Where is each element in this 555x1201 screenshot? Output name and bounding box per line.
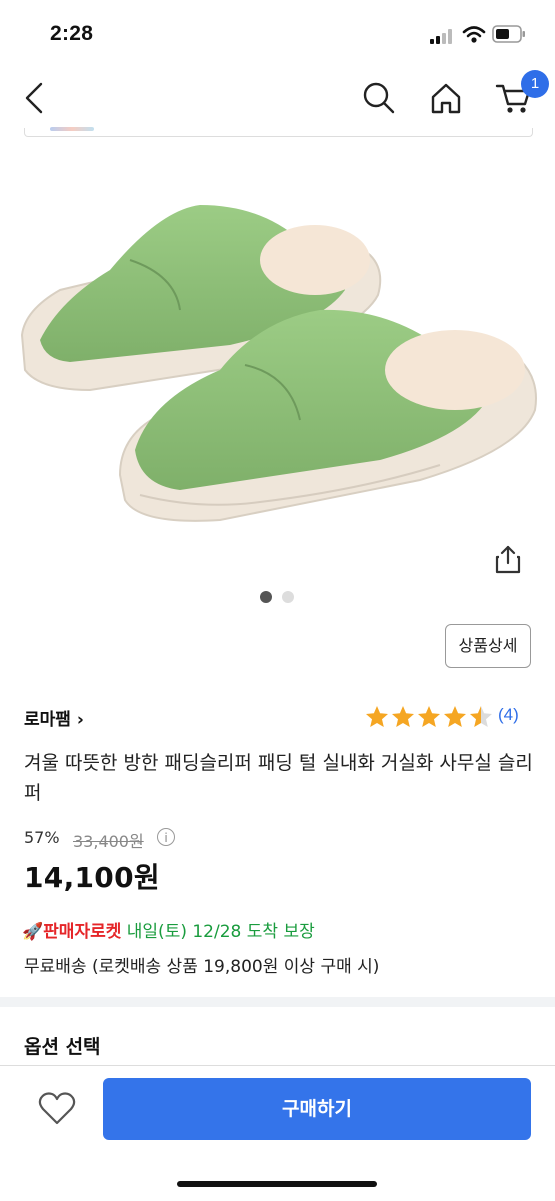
- info-icon[interactable]: i: [157, 828, 175, 846]
- gallery-pagination: [260, 588, 304, 607]
- buy-button[interactable]: 구매하기: [103, 1078, 531, 1140]
- status-bar: 2:28: [0, 0, 555, 70]
- discount-rate: 57%: [24, 828, 60, 847]
- star-icon: [418, 706, 440, 727]
- review-count[interactable]: (4): [498, 705, 519, 725]
- sale-price: 14,100원: [24, 861, 160, 894]
- product-detail-button[interactable]: 상품상세: [445, 624, 531, 668]
- star-icon: [444, 706, 466, 727]
- product-image[interactable]: [0, 150, 555, 570]
- seller-name: 로마팸: [24, 710, 71, 730]
- chevron-right-icon: ›: [70, 710, 84, 730]
- page-dot-active[interactable]: [260, 591, 272, 603]
- star-icon: [366, 706, 388, 727]
- heart-icon[interactable]: [38, 1092, 76, 1126]
- back-icon[interactable]: [22, 80, 46, 116]
- cart-count-badge: 1: [521, 70, 549, 98]
- rating-stars: [366, 706, 492, 727]
- half-star-icon: [470, 706, 492, 727]
- home-icon[interactable]: [428, 80, 464, 116]
- wifi-icon: [462, 26, 486, 43]
- original-price: 33,400원: [73, 832, 144, 851]
- signal-icon: [430, 29, 452, 44]
- category-strip: [24, 128, 533, 137]
- shipping-info: 무료배송 (로켓배송 상품 19,800원 이상 구매 시): [24, 957, 380, 977]
- top-nav: [0, 70, 555, 130]
- share-icon[interactable]: [494, 544, 522, 574]
- delivery-date: 내일(토) 12/28 도착 보장: [126, 922, 315, 942]
- seller-link[interactable]: 로마팸 ›: [24, 705, 84, 730]
- battery-icon: [492, 25, 525, 43]
- status-time: 2:28: [50, 22, 94, 45]
- search-icon[interactable]: [360, 80, 396, 116]
- star-icon: [392, 706, 414, 727]
- option-select-title[interactable]: 옵션 선택: [24, 1032, 101, 1059]
- home-indicator: [177, 1181, 377, 1187]
- page-dot[interactable]: [282, 591, 294, 603]
- product-title: 겨울 따뜻한 방한 패딩슬리퍼 패딩 털 실내화 거실화 사무실 슬리퍼: [24, 752, 533, 804]
- category-strip-logo: [50, 127, 94, 131]
- seller-rocket-badge: 🚀판매자로켓: [22, 922, 122, 942]
- delivery-info: 🚀판매자로켓 내일(토) 12/28 도착 보장: [22, 917, 315, 942]
- section-divider: [0, 997, 555, 1007]
